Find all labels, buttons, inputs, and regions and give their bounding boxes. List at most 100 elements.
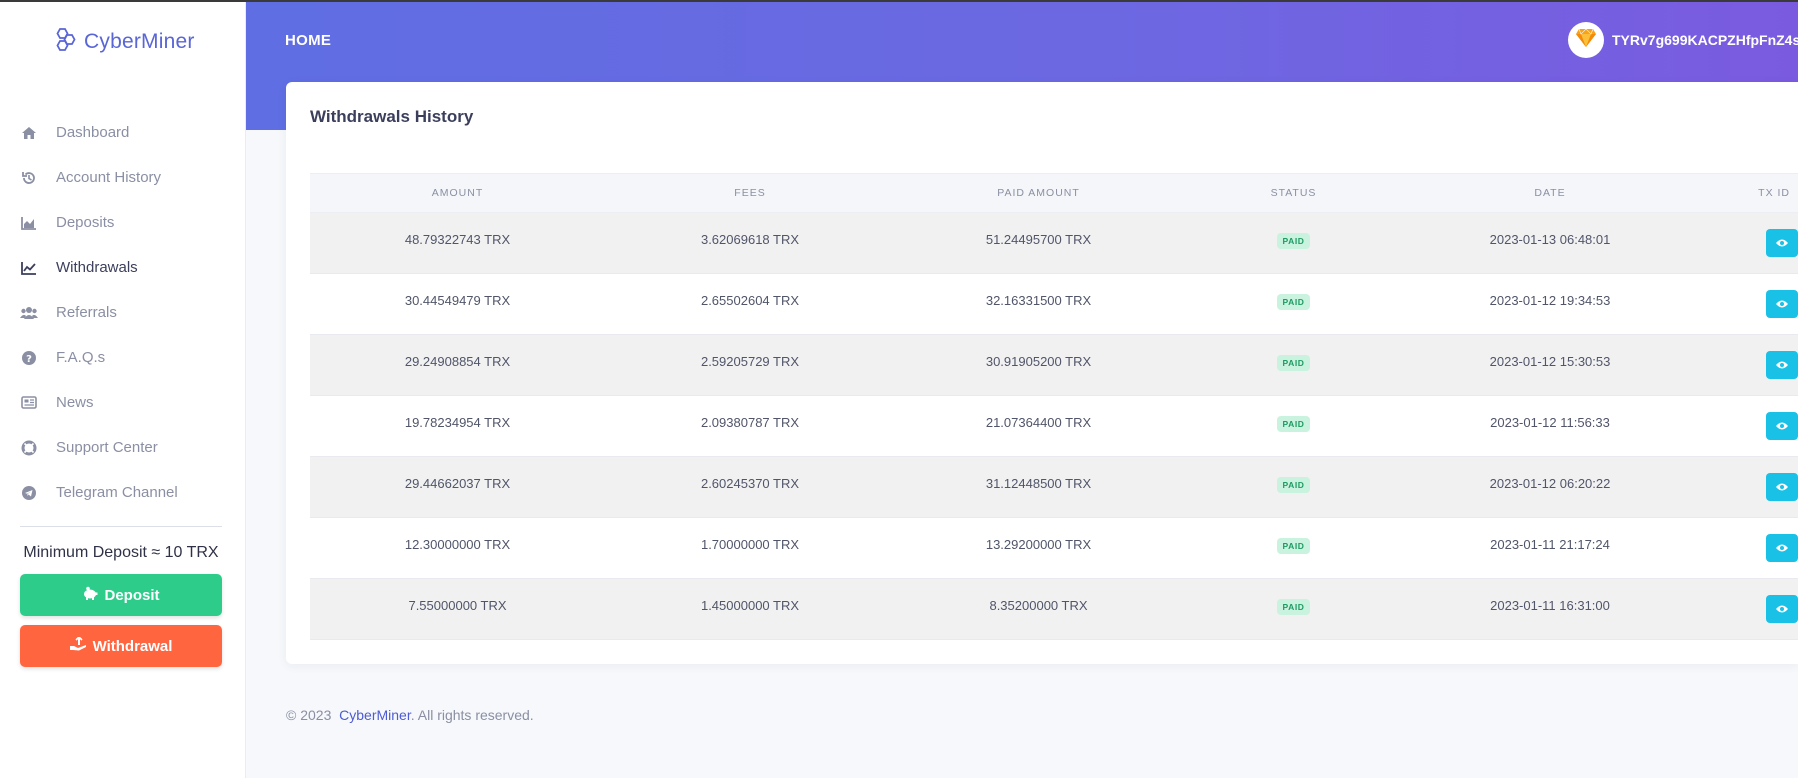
home-icon (20, 124, 38, 142)
cell-paid-amount: 13.29200000 TRX (985, 537, 1092, 552)
eye-icon (1775, 236, 1789, 251)
sidebar-item-news[interactable]: News (0, 380, 246, 425)
cell-amount: 29.24908854 TRX (404, 354, 511, 369)
view-tx-button[interactable] (1766, 290, 1798, 318)
view-tx-button[interactable] (1766, 595, 1798, 623)
table-row: 48.79322743 TRX 3.62069618 TRX 51.244957… (310, 213, 1798, 274)
page-footer: © 2023 CyberMiner. All rights reserved. (286, 707, 534, 723)
cell-status: PAID (1182, 457, 1405, 517)
status-badge: PAID (1277, 416, 1310, 432)
cell-paid-amount: 31.12448500 TRX (985, 476, 1092, 491)
cell-tx-id (1695, 457, 1798, 517)
cell-status: PAID (1182, 518, 1405, 578)
status-badge: PAID (1277, 477, 1310, 493)
cell-status: PAID (1182, 579, 1405, 639)
table-row: 29.44662037 TRX 2.60245370 TRX 31.124485… (310, 457, 1798, 518)
cell-paid-amount: 8.35200000 TRX (989, 598, 1088, 613)
view-tx-button[interactable] (1766, 229, 1798, 257)
cell-amount: 7.55000000 TRX (408, 598, 507, 613)
eye-icon (1775, 419, 1789, 434)
cell-amount: 12.30000000 TRX (404, 537, 511, 552)
eye-icon (1775, 480, 1789, 495)
sidebar-item-label: Withdrawals (56, 259, 138, 276)
cell-date: 2023-01-11 16:31:00 (1490, 598, 1610, 613)
cell-tx-id (1695, 579, 1798, 639)
gem-icon (1575, 28, 1597, 53)
sidebar-item-label: F.A.Q.s (56, 349, 106, 366)
eye-icon (1775, 541, 1789, 556)
deposit-button-label: Deposit (104, 586, 160, 604)
sidebar-item-referrals[interactable]: Referrals (0, 290, 246, 335)
eye-icon (1775, 297, 1789, 312)
sidebar-item-dashboard[interactable]: Dashboard (0, 110, 246, 155)
logo[interactable]: CyberMiner (52, 26, 195, 57)
app-frame: CyberMiner Dashboard Account History Dep… (0, 0, 1798, 778)
sidebar-item-faqs[interactable]: ? F.A.Q.s (0, 335, 246, 380)
user-account[interactable]: TYRv7g699KACPZHfpFnZ4sj (1568, 22, 1798, 58)
column-header-fees: FEES (734, 187, 766, 199)
table-row: 12.30000000 TRX 1.70000000 TRX 13.292000… (310, 518, 1798, 579)
users-icon (20, 304, 38, 322)
sidebar-item-support-center[interactable]: Support Center (0, 425, 246, 470)
view-tx-button[interactable] (1766, 473, 1798, 501)
table-row: 7.55000000 TRX 1.45000000 TRX 8.35200000… (310, 579, 1798, 640)
cell-date: 2023-01-13 06:48:01 (1489, 232, 1611, 247)
hexagon-logo-icon (52, 26, 78, 57)
area-chart-icon (20, 214, 38, 232)
table-row: 30.44549479 TRX 2.65502604 TRX 32.163315… (310, 274, 1798, 335)
cell-fees: 2.65502604 TRX (700, 293, 800, 308)
cell-fees: 2.60245370 TRX (700, 476, 800, 491)
cell-fees: 1.45000000 TRX (700, 598, 800, 613)
cell-date: 2023-01-12 06:20:22 (1489, 476, 1611, 491)
status-badge: PAID (1277, 599, 1310, 615)
withdrawals-table: AMOUNT FEES PAID AMOUNT STATUS DATE TX I… (310, 173, 1798, 640)
cell-paid-amount: 32.16331500 TRX (985, 293, 1092, 308)
cell-date: 2023-01-12 11:56:33 (1490, 415, 1610, 430)
footer-brand-link[interactable]: CyberMiner (339, 707, 411, 723)
cell-date: 2023-01-12 15:30:53 (1489, 354, 1611, 369)
view-tx-button[interactable] (1766, 351, 1798, 379)
column-header-status: STATUS (1270, 187, 1317, 199)
cell-tx-id (1695, 274, 1798, 334)
sidebar: CyberMiner Dashboard Account History Dep… (0, 2, 246, 778)
eye-icon (1775, 358, 1789, 373)
withdrawal-button[interactable]: Withdrawal (20, 625, 222, 667)
svg-text:?: ? (26, 354, 32, 365)
column-header-paid-amount: PAID AMOUNT (997, 187, 1080, 199)
cell-paid-amount: 21.07364400 TRX (985, 415, 1092, 430)
sidebar-item-deposits[interactable]: Deposits (0, 200, 246, 245)
sidebar-item-withdrawals[interactable]: Withdrawals (0, 245, 246, 290)
sidebar-item-label: Referrals (56, 304, 117, 321)
cell-fees: 2.09380787 TRX (700, 415, 800, 430)
table-header: AMOUNT FEES PAID AMOUNT STATUS DATE TX I… (310, 173, 1798, 213)
piggy-bank-icon (82, 586, 98, 604)
status-badge: PAID (1277, 538, 1310, 554)
cell-status: PAID (1182, 396, 1405, 456)
footer-copyright: © 2023 (286, 707, 332, 723)
breadcrumb-home[interactable]: HOME (285, 32, 331, 49)
view-tx-button[interactable] (1766, 534, 1798, 562)
cell-status: PAID (1182, 213, 1405, 273)
lifebuoy-icon (20, 439, 38, 457)
eye-icon (1775, 602, 1789, 617)
sidebar-item-label: Support Center (56, 439, 158, 456)
view-tx-button[interactable] (1766, 412, 1798, 440)
sidebar-divider (20, 526, 222, 527)
footer-rights: . All rights reserved. (410, 707, 534, 723)
cell-tx-id (1695, 518, 1798, 578)
cell-status: PAID (1182, 274, 1405, 334)
deposit-button[interactable]: Deposit (20, 574, 222, 616)
status-badge: PAID (1277, 355, 1310, 371)
cell-amount: 48.79322743 TRX (404, 232, 511, 247)
avatar (1568, 22, 1604, 58)
cell-tx-id (1695, 335, 1798, 395)
sidebar-item-telegram-channel[interactable]: Telegram Channel (0, 470, 246, 515)
withdrawals-history-card: Withdrawals History AMOUNT FEES PAID AMO… (286, 82, 1798, 664)
cell-amount: 29.44662037 TRX (404, 476, 511, 491)
history-icon (20, 169, 38, 187)
sidebar-nav: Dashboard Account History Deposits Withd… (0, 110, 246, 515)
sidebar-item-label: Deposits (56, 214, 115, 231)
cell-amount: 19.78234954 TRX (404, 415, 511, 430)
sidebar-item-account-history[interactable]: Account History (0, 155, 246, 200)
wallet-address: TYRv7g699KACPZHfpFnZ4sj (1612, 32, 1798, 48)
